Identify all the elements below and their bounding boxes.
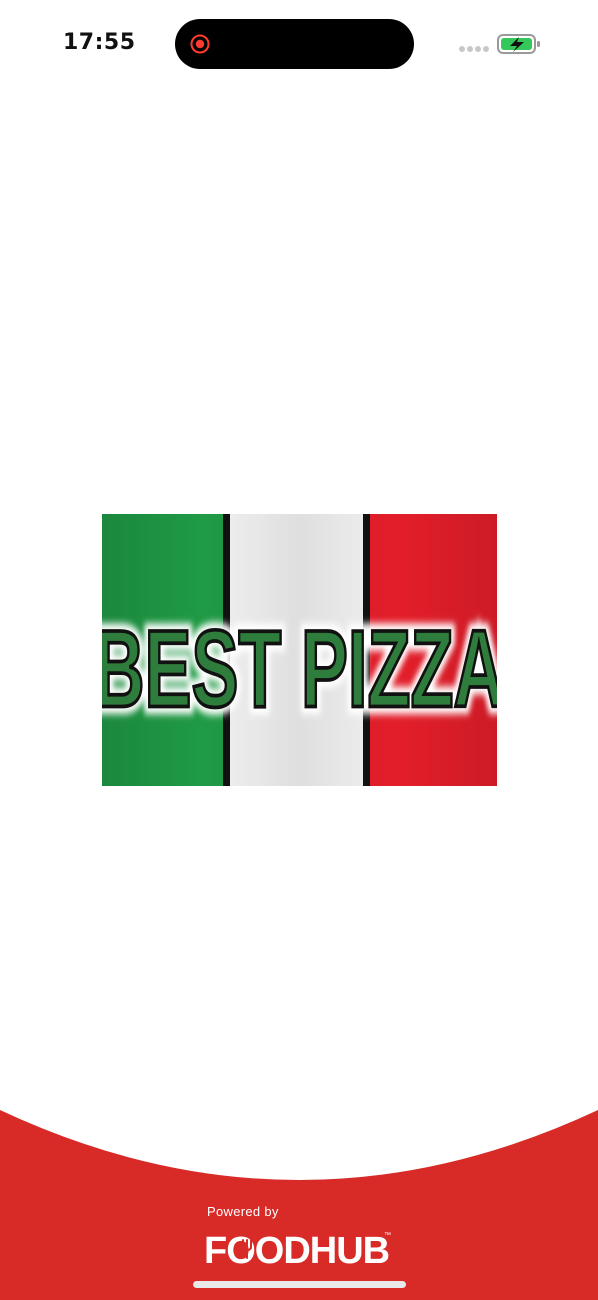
best-pizza-logo: BEST PIZZA BEST PIZZA: [102, 514, 497, 786]
foodhub-wordmark: FOODHUB: [204, 1230, 389, 1271]
best-pizza-wordmark: BEST PIZZA: [102, 606, 497, 730]
dynamic-island: [175, 19, 414, 69]
status-time: 17:55: [63, 30, 136, 55]
powered-by-label: Powered by: [207, 1204, 279, 1219]
home-indicator[interactable]: [193, 1281, 406, 1288]
trademark-icon: ™: [384, 1232, 391, 1239]
battery-charging-icon: [497, 34, 540, 54]
signal-dots-icon: [459, 46, 489, 52]
status-bar: 17:55: [0, 0, 598, 90]
foodhub-brand-logo: FOODHUB ™: [204, 1230, 391, 1271]
screen-record-icon: [190, 34, 210, 54]
footer-curve: [0, 1110, 598, 1300]
